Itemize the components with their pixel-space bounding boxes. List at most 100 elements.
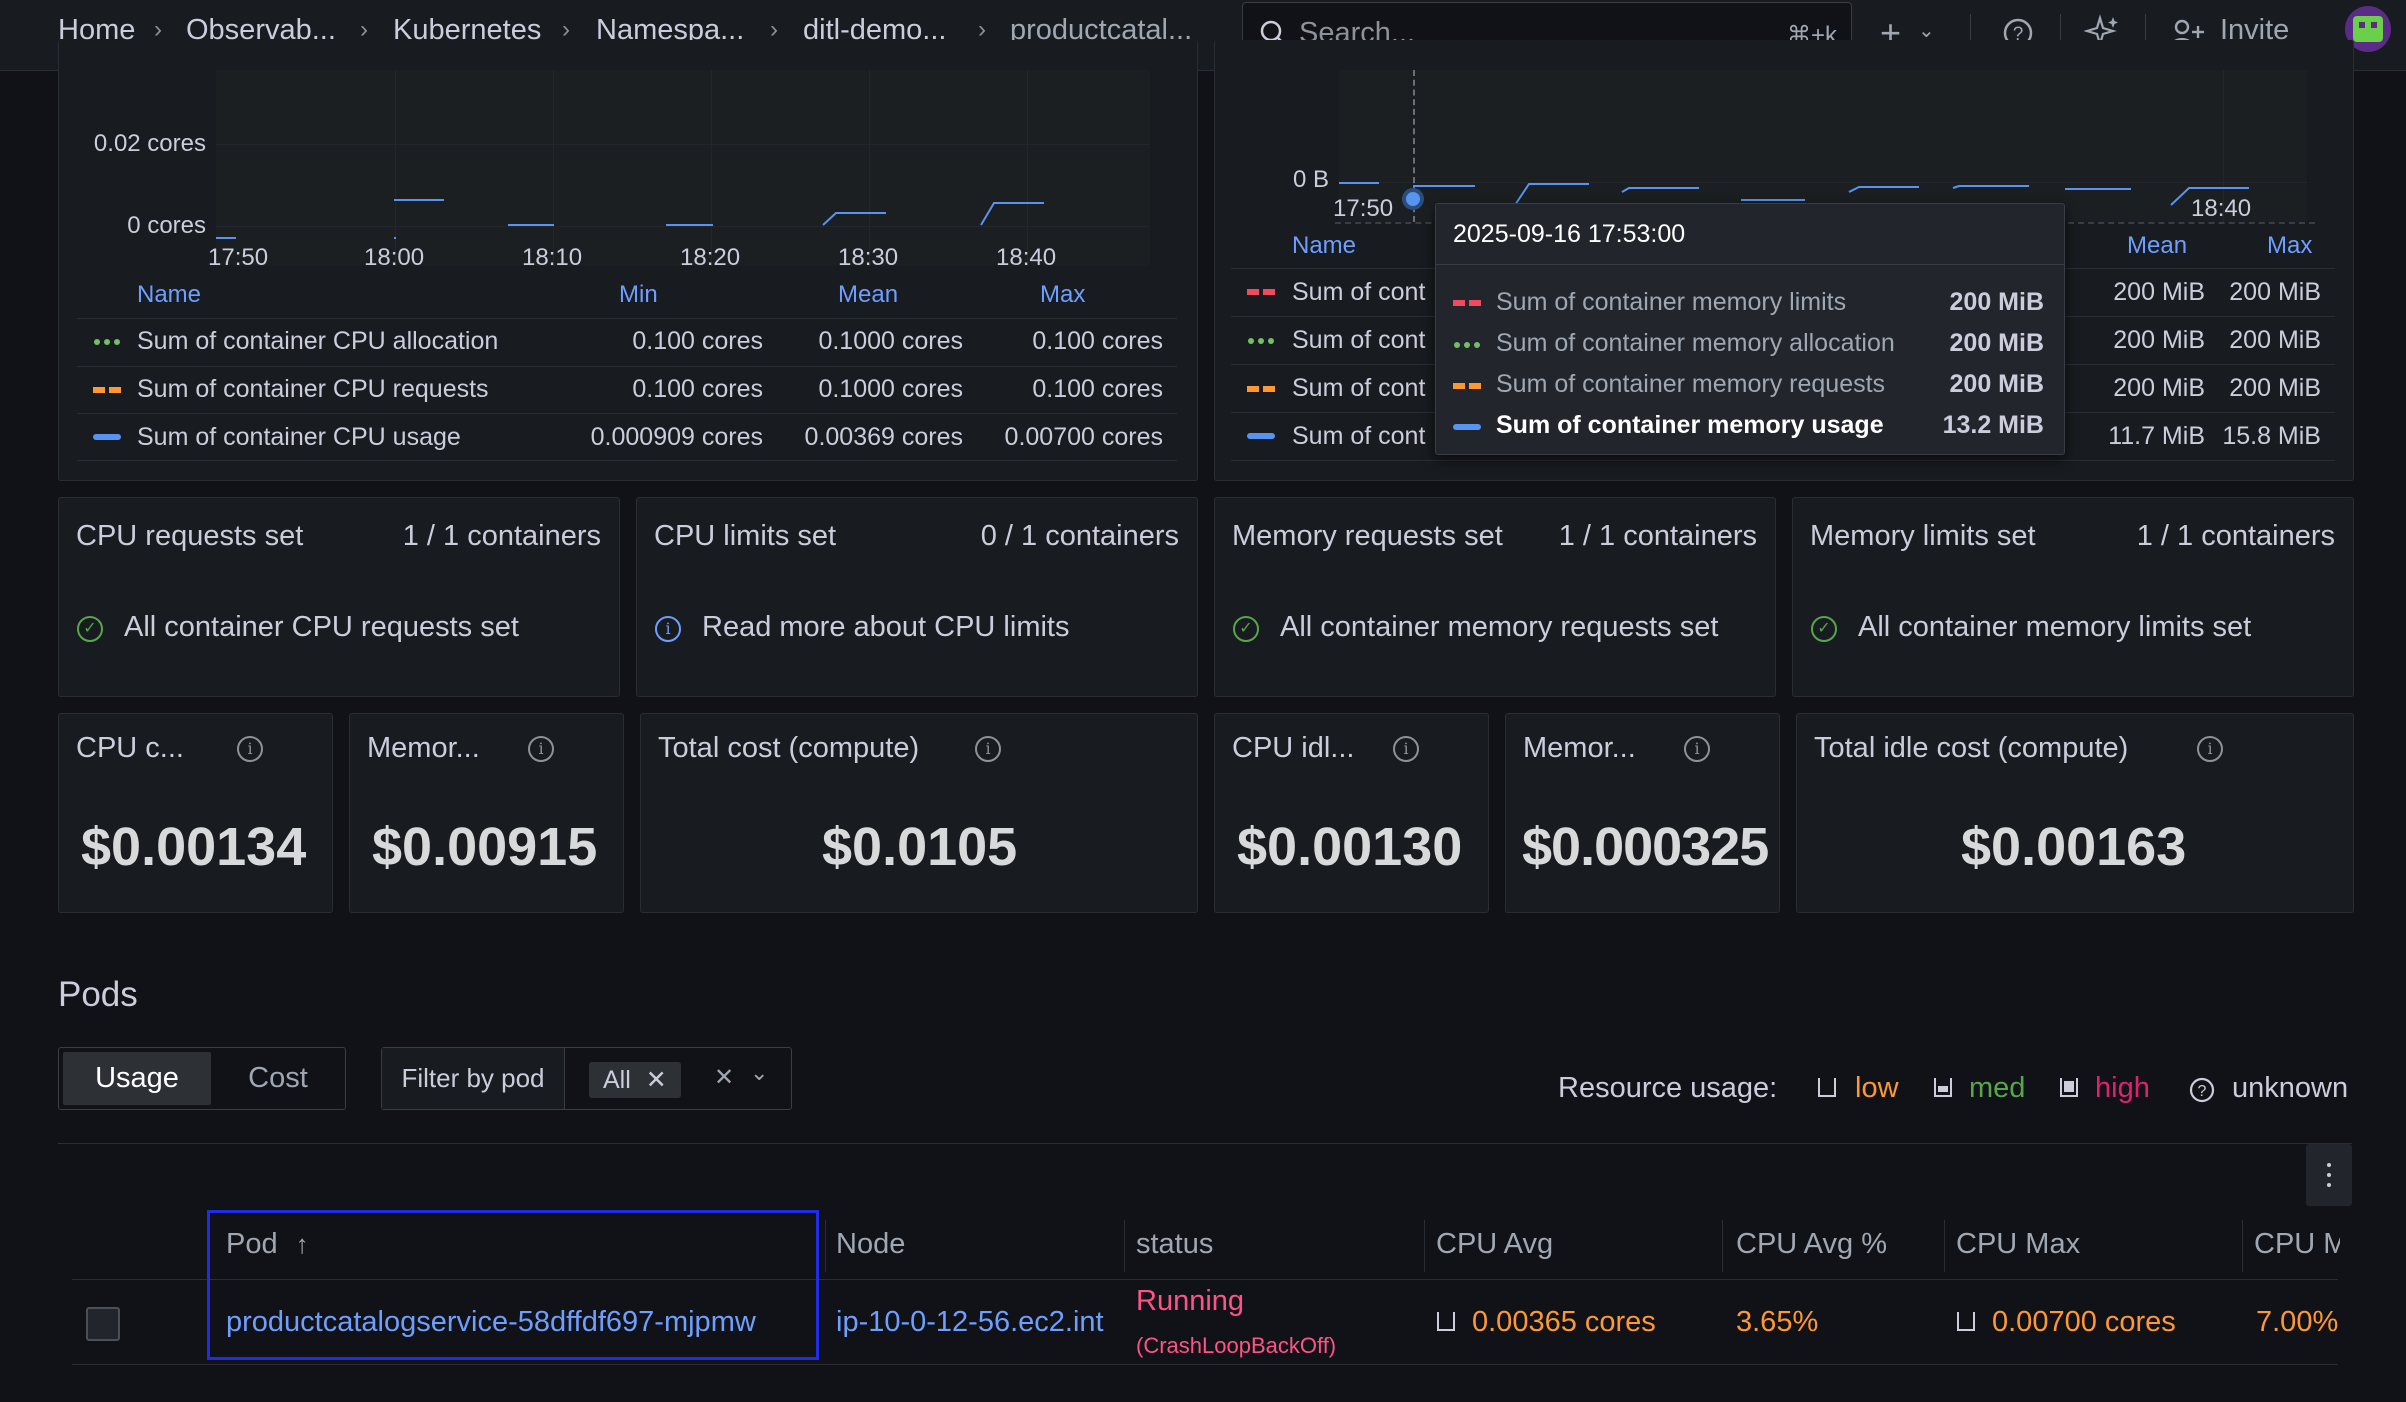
close-icon[interactable]: ✕ xyxy=(646,1066,667,1094)
total-cost-panel: Total cost (compute) i $0.0105 xyxy=(640,713,1198,913)
cost-value: $0.00915 xyxy=(372,817,598,877)
filter-label: Filter by pod xyxy=(382,1048,565,1109)
cpu-limits-set-panel: CPU limits set 0 / 1 containers i Read m… xyxy=(636,497,1198,697)
status-text: Running xyxy=(1136,1285,1245,1317)
cpu-x-tick-label: 17:50 xyxy=(208,244,269,271)
column-header-cpu-max[interactable]: CPU Max xyxy=(1956,1228,2080,1261)
legend-series-name[interactable]: Sum of cont xyxy=(1292,326,1425,355)
legend-mean-value: 0.00369 cores xyxy=(804,423,963,451)
panel-message: All container memory requests set xyxy=(1280,611,1719,643)
legend-mean-value: 0.1000 cores xyxy=(818,375,963,403)
usage-cost-toggle: Usage Cost xyxy=(58,1047,346,1110)
cost-value: $0.00163 xyxy=(1961,817,2187,877)
check-circle-icon: ✓ xyxy=(1233,616,1259,642)
panel-message: All container CPU requests set xyxy=(124,611,519,643)
panel-title: Memory requests set xyxy=(1232,520,1503,552)
tooltip-time: 2025-09-16 17:53:00 xyxy=(1453,220,1686,248)
column-header-cpu-avg-pct[interactable]: CPU Avg % xyxy=(1736,1228,1887,1261)
legend-max-value: 15.8 MiB xyxy=(2222,422,2321,450)
tooltip-series-name: Sum of container memory requests xyxy=(1496,370,1886,398)
resource-unknown-label: unknown xyxy=(2232,1072,2349,1104)
info-icon[interactable]: i xyxy=(2197,736,2223,762)
clear-icon[interactable]: ✕ xyxy=(714,1063,734,1092)
column-header-status[interactable]: status xyxy=(1136,1228,1213,1261)
column-header-cpu-avg[interactable]: CPU Avg xyxy=(1436,1228,1553,1261)
legend-series-name[interactable]: Sum of container CPU requests xyxy=(137,375,489,404)
column-header-cpu-max-pct[interactable]: CPU M xyxy=(2254,1228,2340,1261)
row-checkbox[interactable] xyxy=(86,1307,120,1341)
legend-min-value: 0.000909 cores xyxy=(590,423,763,451)
cpu-requests-set-panel: CPU requests set 1 / 1 containers ✓ All … xyxy=(58,497,620,697)
legend-swatch-allocation xyxy=(94,339,120,345)
info-icon[interactable]: i xyxy=(1684,736,1710,762)
legend-header-max[interactable]: Max xyxy=(1040,281,1085,309)
tooltip-series-value: 200 MiB xyxy=(1949,370,2044,398)
cost-value: $0.00134 xyxy=(81,817,307,877)
memory-x-tick-label: 18:40 xyxy=(2191,195,2252,222)
legend-series-name[interactable]: Sum of cont xyxy=(1292,422,1425,451)
legend-max-value: 200 MiB xyxy=(2229,374,2321,402)
legend-mean-value: 0.1000 cores xyxy=(818,327,963,355)
legend-swatch-usage xyxy=(93,434,121,440)
column-header-node[interactable]: Node xyxy=(836,1228,905,1261)
tooltip-series-value: 13.2 MiB xyxy=(1942,411,2044,439)
svg-text:?: ? xyxy=(2198,1083,2207,1100)
med-usage-icon xyxy=(1934,1078,1952,1097)
legend-mean-value: 200 MiB xyxy=(2113,326,2205,354)
unknown-usage-icon: ? xyxy=(2189,1077,2215,1103)
table-options-button[interactable] xyxy=(2306,1144,2352,1206)
tooltip-swatch-usage xyxy=(1453,424,1481,430)
node-name-link[interactable]: ip-10-0-12-56.ec2.int xyxy=(836,1306,1104,1339)
legend-series-name[interactable]: Sum of container CPU usage xyxy=(137,423,461,452)
legend-header-max[interactable]: Max xyxy=(2267,232,2312,260)
container-count: 1 / 1 containers xyxy=(402,520,601,552)
tab-usage[interactable]: Usage xyxy=(63,1052,211,1105)
legend-max-value: 0.100 cores xyxy=(1032,327,1163,355)
cpu-x-tick-label: 18:40 xyxy=(996,244,1057,271)
chart-tooltip: 2025-09-16 17:53:00 Sum of container mem… xyxy=(1435,203,2065,455)
container-count: 1 / 1 containers xyxy=(2136,520,2335,552)
legend-header-mean[interactable]: Mean xyxy=(2127,232,2187,260)
panel-title: CPU limits set xyxy=(654,520,837,552)
legend-min-value: 0.100 cores xyxy=(632,375,763,403)
cpu-x-tick-label: 18:00 xyxy=(364,244,425,271)
legend-series-name[interactable]: Sum of container CPU allocation xyxy=(137,327,498,356)
legend-series-name[interactable]: Sum of cont xyxy=(1292,374,1425,403)
chevron-down-icon[interactable]: ⌄ xyxy=(750,1060,768,1086)
legend-header-min[interactable]: Min xyxy=(619,281,658,309)
cpu-limits-link[interactable]: Read more about CPU limits xyxy=(702,611,1069,644)
legend-header-name[interactable]: Name xyxy=(137,281,201,309)
low-usage-icon xyxy=(1437,1312,1455,1331)
pods-heading: Pods xyxy=(58,975,138,1014)
cpu-x-tick-label: 18:30 xyxy=(838,244,899,271)
total-idle-cost-panel: Total idle cost (compute) i $0.00163 xyxy=(1796,713,2354,913)
info-icon[interactable]: i xyxy=(237,736,263,762)
cpu-x-tick-label: 18:20 xyxy=(680,244,741,271)
tooltip-series-value: 200 MiB xyxy=(1949,329,2044,357)
legend-mean-value: 200 MiB xyxy=(2113,374,2205,402)
legend-mean-value: 11.7 MiB xyxy=(2108,422,2205,450)
cost-value: $0.0105 xyxy=(822,817,1018,877)
tooltip-series-value: 200 MiB xyxy=(1949,288,2044,316)
tooltip-series-name: Sum of container memory allocation xyxy=(1496,329,1895,357)
legend-header-mean[interactable]: Mean xyxy=(838,281,898,309)
legend-max-value: 0.100 cores xyxy=(1032,375,1163,403)
cost-value: $0.00130 xyxy=(1237,817,1463,877)
legend-header-name[interactable]: Name xyxy=(1292,232,1356,260)
cpu-cost-panel: CPU c... i $0.00134 xyxy=(58,713,333,913)
legend-mean-value: 200 MiB xyxy=(2113,278,2205,306)
container-count: 0 / 1 containers xyxy=(980,520,1179,552)
info-icon[interactable]: i xyxy=(528,736,554,762)
container-count: 1 / 1 containers xyxy=(1558,520,1757,552)
legend-series-name[interactable]: Sum of cont xyxy=(1292,278,1425,307)
info-icon[interactable]: i xyxy=(975,736,1001,762)
tab-cost[interactable]: Cost xyxy=(219,1052,337,1105)
info-icon[interactable]: i xyxy=(1393,736,1419,762)
panel-title: CPU c... xyxy=(76,732,184,764)
filter-chip-label: All xyxy=(603,1066,631,1094)
legend-swatch-requests xyxy=(93,387,121,393)
status-detail: (CrashLoopBackOff) xyxy=(1136,1333,1337,1358)
filter-by-pod: Filter by pod All ✕ ✕ ⌄ xyxy=(381,1047,792,1110)
filter-chip-all[interactable]: All ✕ xyxy=(589,1062,681,1098)
cpu-x-tick-label: 18:10 xyxy=(522,244,583,271)
